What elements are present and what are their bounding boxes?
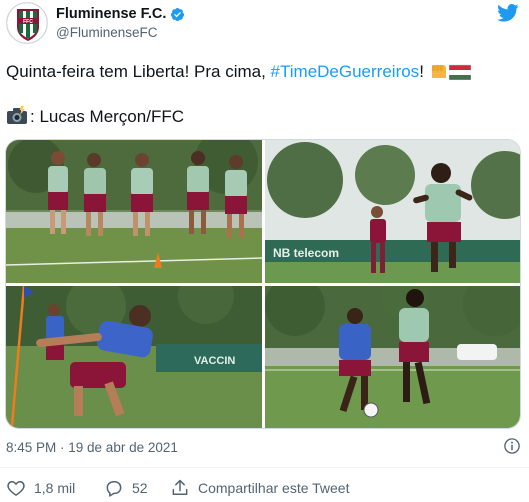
handle[interactable]: @FluminenseFC [56, 25, 185, 40]
share-button[interactable]: Compartilhar este Tweet [170, 478, 349, 498]
share-label: Compartilhar este Tweet [198, 480, 350, 496]
media-grid: NB telecom VACCIN [5, 139, 521, 429]
tweet-actions: 1,8 mil 52 Compartilhar este Tweet [0, 478, 529, 500]
camera-flash-emoji [7, 106, 27, 124]
svg-text:VACCIN: VACCIN [194, 355, 235, 367]
photo-player-stretching[interactable]: VACCIN [6, 286, 262, 428]
tweet-timestamp[interactable]: 8:45 PM · 19 de abr de 2021 [6, 440, 178, 455]
photo-credit-text: : Lucas Merçon/FFC [30, 107, 184, 126]
fluminense-crest-icon: FFC [7, 3, 47, 43]
raised-fist-emoji [431, 65, 446, 78]
verified-badge-icon [171, 7, 185, 21]
divider [0, 467, 529, 468]
photo-players-walking[interactable] [6, 140, 262, 283]
tweet-text-main: Quinta-feira tem Liberta! Pra cima, [6, 62, 271, 81]
display-name[interactable]: Fluminense F.C. [56, 6, 166, 22]
like-count: 1,8 mil [34, 480, 76, 496]
svg-text:FFC: FFC [23, 19, 33, 25]
hungary-flag-emoji [448, 64, 471, 80]
tweet-card: FFC Fluminense F.C. @FluminenseFC Quinta… [0, 0, 529, 502]
tweet-text: Quinta-feira tem Liberta! Pra cima, #Tim… [6, 60, 471, 83]
tweet-text-end: ! [419, 62, 424, 81]
heart-icon [7, 480, 25, 496]
photo-player-running[interactable]: NB telecom [265, 140, 520, 283]
svg-text:NB telecom: NB telecom [273, 246, 339, 260]
like-button[interactable]: 1,8 mil [6, 478, 75, 498]
reply-button[interactable]: 52 [104, 478, 148, 498]
hashtag-link[interactable]: #TimeDeGuerreiros [271, 62, 420, 81]
name-row: Fluminense F.C. [56, 6, 185, 22]
author-block: Fluminense F.C. @FluminenseFC [56, 6, 185, 40]
photo-players-dribbling[interactable] [265, 286, 520, 428]
twitter-bird-icon[interactable] [497, 4, 519, 22]
reply-count: 52 [132, 480, 148, 496]
share-upload-icon [172, 479, 188, 495]
info-icon[interactable] [503, 437, 521, 455]
photo-credit-line: : Lucas Merçon/FFC [6, 106, 184, 128]
reply-bubble-icon [106, 481, 122, 497]
avatar[interactable]: FFC [6, 2, 48, 44]
